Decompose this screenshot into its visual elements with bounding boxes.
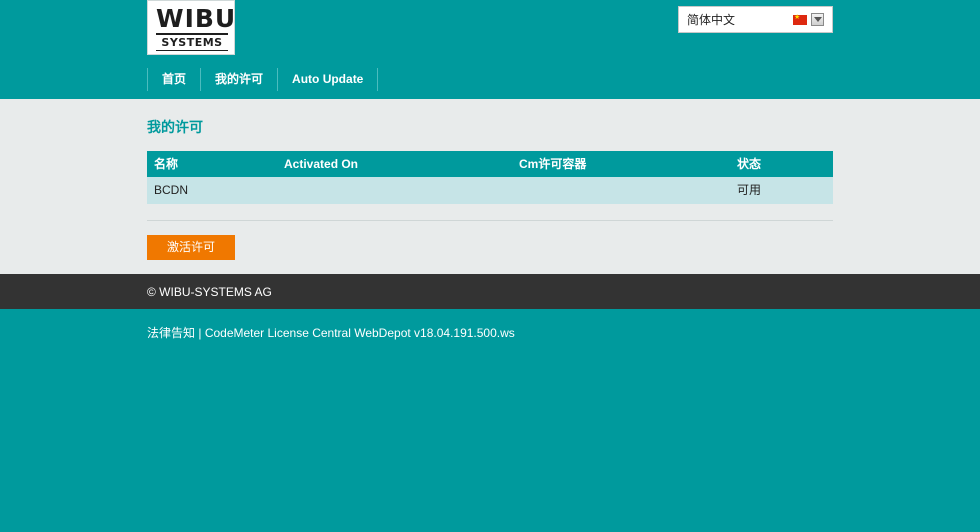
- nav-item-auto-update[interactable]: Auto Update: [277, 68, 379, 91]
- main-content: 我的许可 名称 Activated On Cm许可容器 状态 BCDN 可用 激…: [0, 99, 980, 274]
- copyright-text: © WIBU-SYSTEMS AG: [147, 285, 272, 299]
- column-header-cm-container: Cm许可容器: [519, 157, 587, 171]
- legal-notice-link[interactable]: 法律告知: [147, 326, 195, 340]
- column-header-name: 名称: [154, 157, 179, 171]
- dropdown-arrow-icon[interactable]: [811, 13, 824, 26]
- language-select[interactable]: 简体中文 ★: [678, 6, 833, 33]
- cell-status: 可用: [737, 183, 762, 197]
- table-row[interactable]: BCDN 可用: [147, 177, 833, 204]
- page-title: 我的许可: [147, 119, 203, 135]
- nav-item-home[interactable]: 首页: [147, 68, 200, 91]
- header: WIBU SYSTEMS 简体中文 ★ 首页 我的许可 Auto Update: [0, 0, 980, 99]
- activate-license-button[interactable]: 激活许可: [147, 235, 235, 260]
- license-table: 名称 Activated On Cm许可容器 状态 BCDN 可用: [147, 151, 833, 204]
- column-header-status: 状态: [737, 157, 762, 171]
- wibu-logo[interactable]: WIBU SYSTEMS: [147, 0, 235, 55]
- footer-bar: © WIBU-SYSTEMS AG: [0, 274, 980, 309]
- footer-separator: |: [195, 326, 205, 340]
- china-flag-icon: ★: [793, 14, 807, 25]
- cell-name: BCDN: [154, 183, 189, 197]
- logo-underline: [156, 50, 228, 51]
- nav-item-my-licenses[interactable]: 我的许可: [200, 68, 277, 91]
- language-selected: 简体中文: [687, 13, 736, 27]
- section-divider: [147, 220, 833, 221]
- main-nav: 首页 我的许可 Auto Update: [147, 68, 379, 91]
- version-text: CodeMeter License Central WebDepot v18.0…: [204, 326, 515, 340]
- column-header-activated-on: Activated On: [284, 157, 359, 171]
- table-header: 名称 Activated On Cm许可容器 状态: [147, 151, 833, 177]
- logo-wordmark: WIBU: [156, 4, 237, 33]
- logo-subtitle: SYSTEMS: [161, 36, 223, 49]
- footer-links: 法律告知 | CodeMeter License Central WebDepo…: [147, 324, 515, 341]
- logo-divider: [156, 33, 228, 35]
